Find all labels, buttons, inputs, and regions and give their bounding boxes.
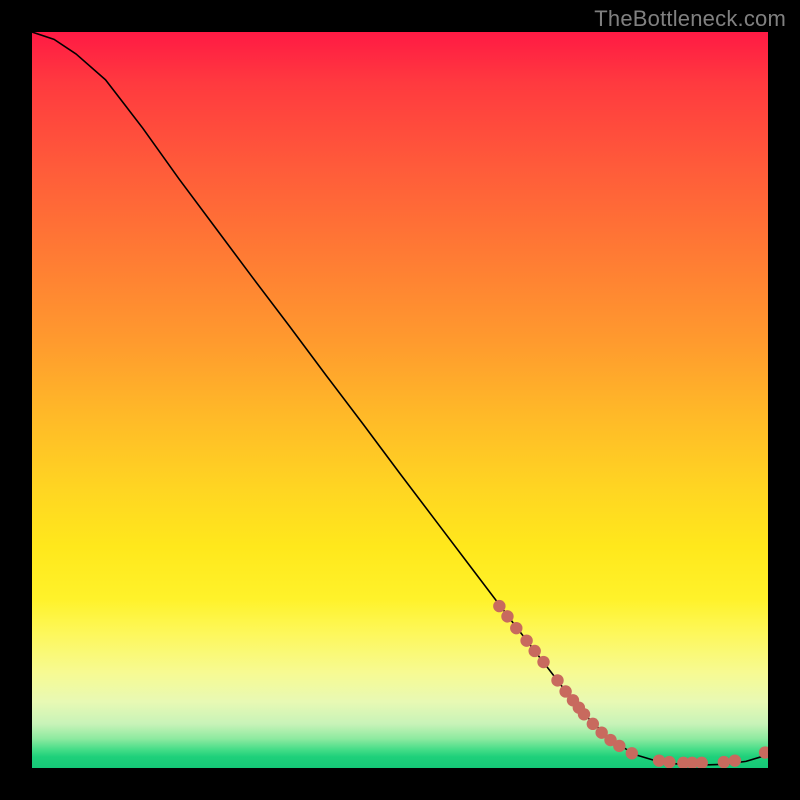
curve-marker [501,610,513,622]
chart-svg [32,32,768,768]
curve-marker [613,740,625,752]
curve-marker [510,622,522,634]
curve-marker [551,674,563,686]
curve-marker [587,718,599,730]
curve-marker [626,747,638,759]
bottleneck-curve [32,32,768,765]
curve-marker [528,645,540,657]
curve-marker [493,600,505,612]
curve-marker [729,754,741,766]
curve-marker [696,757,708,768]
curve-marker [718,756,730,768]
attribution-text: TheBottleneck.com [594,6,786,32]
curve-marker [537,656,549,668]
curve-marker [663,756,675,768]
plot-area [32,32,768,768]
curve-markers [493,600,768,768]
curve-marker [578,708,590,720]
chart-stage: TheBottleneck.com [0,0,800,800]
curve-marker [520,634,532,646]
